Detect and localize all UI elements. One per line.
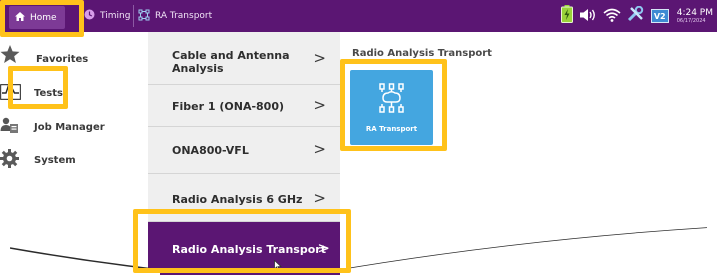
highlight-radio-analysis-transport [133,209,351,273]
highlight-tests [8,66,68,109]
highlight-ra-tile [340,59,447,151]
highlight-home-tab [0,0,84,37]
